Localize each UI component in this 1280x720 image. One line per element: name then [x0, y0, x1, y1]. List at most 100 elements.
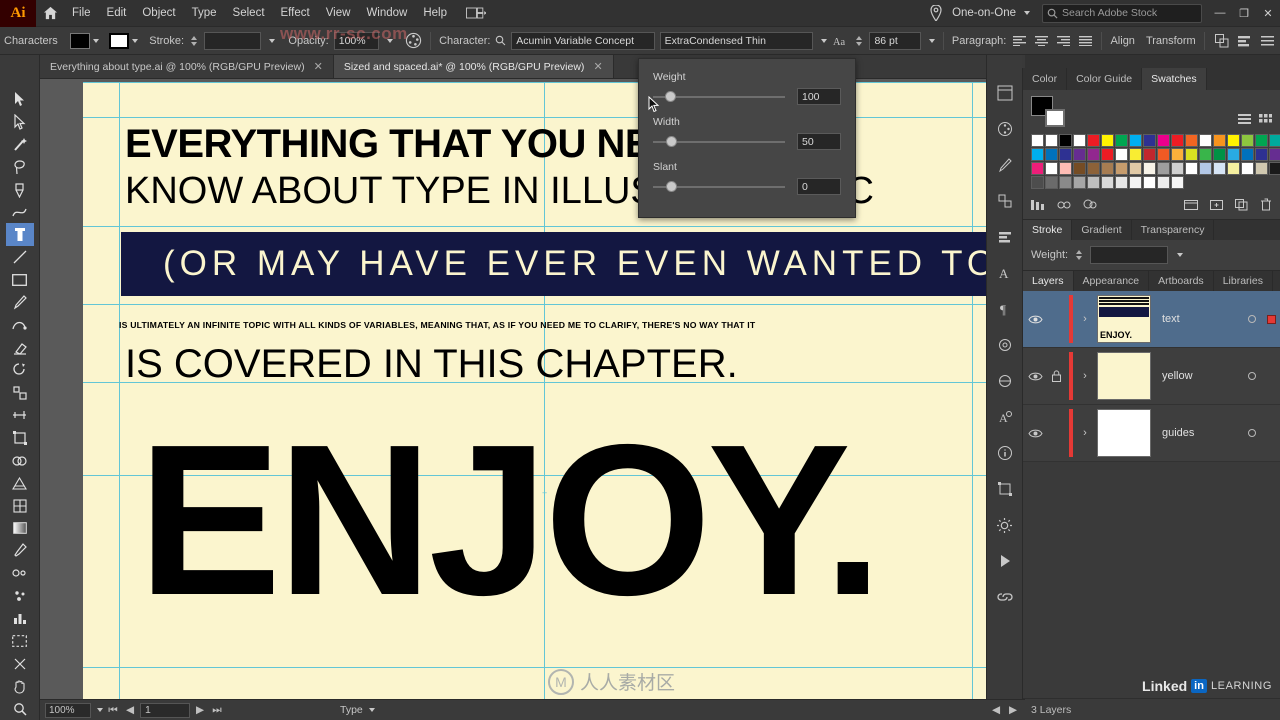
stroke-weight-panel-field[interactable] — [1090, 246, 1169, 264]
layer-row-text[interactable]: › ENJOY. text — [1023, 291, 1280, 348]
tab-close-icon[interactable]: ✕ — [314, 60, 323, 73]
target-indicator[interactable] — [1248, 372, 1256, 380]
status-chevron-down-icon[interactable] — [368, 708, 375, 712]
eyedropper-tool[interactable] — [6, 540, 34, 563]
layer-name-text[interactable]: yellow — [1156, 370, 1243, 382]
swatch-0-1[interactable] — [1045, 134, 1058, 147]
menu-edit[interactable]: Edit — [99, 0, 135, 27]
curvature-tool[interactable] — [6, 201, 34, 224]
font-search-icon[interactable] — [495, 35, 506, 46]
scale-tool[interactable] — [6, 382, 34, 405]
duplicate-swatch-icon[interactable] — [1235, 198, 1248, 214]
swatch-0-7[interactable] — [1129, 134, 1142, 147]
group-objects-icon[interactable] — [1213, 32, 1231, 50]
tab-gradient[interactable]: Gradient — [1072, 220, 1132, 240]
close-button[interactable]: ✕ — [1256, 0, 1280, 27]
swatch-3-8[interactable] — [1185, 162, 1198, 175]
swatch-1-8[interactable] — [1073, 148, 1086, 161]
shaper-tool[interactable] — [6, 314, 34, 337]
slant-value[interactable]: 0 — [797, 178, 841, 195]
zoom-level-field[interactable]: 100% — [45, 702, 91, 718]
swatch-1-3[interactable] — [1255, 134, 1268, 147]
swatch-1-5[interactable] — [1031, 148, 1044, 161]
show-color-group-icon[interactable] — [1057, 199, 1071, 214]
stroke-weight-field[interactable] — [203, 31, 262, 50]
maximize-button[interactable]: ❐ — [1232, 0, 1256, 27]
swatch-1-2[interactable] — [1241, 134, 1254, 147]
swatch-3-2[interactable] — [1101, 162, 1114, 175]
swatch-3-1[interactable] — [1087, 162, 1100, 175]
menu-select[interactable]: Select — [225, 0, 273, 27]
menu-object[interactable]: Object — [134, 0, 183, 27]
menu-view[interactable]: View — [318, 0, 359, 27]
weight-slider[interactable]: 100 — [653, 88, 841, 105]
swatch-4-7[interactable] — [1101, 176, 1114, 189]
panel-options-icon[interactable] — [1258, 32, 1276, 50]
tab-color-guide[interactable]: Color Guide — [1067, 68, 1143, 90]
transform-label[interactable]: Transform — [1146, 35, 1196, 47]
free-transform-tool[interactable] — [6, 427, 34, 450]
align-justify-icon[interactable] — [1077, 32, 1094, 49]
artwork-navy-band[interactable]: (OR MAY HAVE EVER EVEN WANTED TO KNOW) — [121, 232, 1025, 296]
width-value[interactable]: 50 — [797, 133, 841, 150]
swatch-2-7[interactable] — [1241, 148, 1254, 161]
lasso-tool[interactable] — [6, 156, 34, 179]
type-tool[interactable] — [5, 223, 34, 247]
font-size-stepper[interactable] — [855, 35, 864, 47]
minimize-button[interactable]: — — [1208, 0, 1232, 27]
font-style-field[interactable]: ExtraCondensed Thin — [659, 31, 813, 50]
swatch-0-5[interactable] — [1101, 134, 1114, 147]
swatch-2-5[interactable] — [1213, 148, 1226, 161]
swatch-3-6[interactable] — [1157, 162, 1170, 175]
tab-everything-about-type[interactable]: Everything about type.ai @ 100% (RGB/GPU… — [40, 55, 334, 78]
swatch-4-8[interactable] — [1115, 176, 1128, 189]
swatch-1-0[interactable] — [1213, 134, 1226, 147]
weight-value[interactable]: 100 — [797, 88, 841, 105]
swatch-4-1[interactable] — [1269, 162, 1280, 175]
swatch-0-9[interactable] — [1157, 134, 1170, 147]
swatch-0-2[interactable] — [1059, 134, 1072, 147]
lock-icon[interactable] — [1049, 370, 1064, 382]
play-actions-icon[interactable] — [992, 549, 1018, 573]
stroke-weight-chevron-down-icon[interactable] — [269, 38, 276, 43]
swatch-0-8[interactable] — [1143, 134, 1156, 147]
menu-effect[interactable]: Effect — [273, 0, 318, 27]
symbol-sprayer-tool[interactable] — [6, 585, 34, 608]
align-panel-icon[interactable] — [992, 225, 1018, 249]
appearance-panel-icon[interactable] — [992, 369, 1018, 393]
artwork-headline-3[interactable]: IS COVERED IN THIS CHAPTER. — [125, 342, 738, 387]
swatch-2-0[interactable] — [1143, 148, 1156, 161]
paragraph-panel-icon[interactable]: ¶ — [992, 297, 1018, 321]
target-indicator[interactable] — [1248, 429, 1256, 437]
layers-panel-menu-icon[interactable] — [1273, 271, 1280, 291]
swatch-0-6[interactable] — [1115, 134, 1128, 147]
swatch-3-12[interactable] — [1241, 162, 1254, 175]
swatch-4-0[interactable] — [1255, 162, 1268, 175]
tab-stroke[interactable]: Stroke — [1023, 220, 1073, 240]
font-family-field[interactable]: Acumin Variable Concept — [511, 31, 655, 50]
expand-arrow-icon[interactable]: › — [1078, 313, 1092, 325]
swatch-0-3[interactable] — [1073, 134, 1086, 147]
menu-type[interactable]: Type — [184, 0, 225, 27]
canvas-area[interactable]: EVERYTHING THAT YOU NEED TO KNOW ABOUT T… — [40, 79, 1025, 699]
layer-row-guides[interactable]: › guides — [1023, 405, 1280, 462]
swatch-3-5[interactable] — [1143, 162, 1156, 175]
swatch-3-0[interactable] — [1073, 162, 1086, 175]
pin-icon[interactable] — [930, 5, 942, 21]
pen-tool[interactable] — [6, 178, 34, 201]
align-right-icon[interactable] — [1055, 32, 1072, 49]
eraser-tool[interactable] — [6, 336, 34, 359]
swatch-2-9[interactable] — [1269, 148, 1280, 161]
graphic-styles-panel-icon[interactable]: A — [992, 405, 1018, 429]
color-wheel-icon[interactable] — [1083, 198, 1098, 214]
stock-search[interactable]: Search Adobe Stock — [1042, 3, 1202, 23]
swatch-list-view-icon[interactable] — [1238, 114, 1251, 128]
layer-name-text[interactable]: text — [1156, 313, 1243, 325]
expand-arrow-icon[interactable]: › — [1078, 370, 1092, 382]
blend-tool[interactable] — [6, 562, 34, 585]
layer-row-yellow[interactable]: › yellow — [1023, 348, 1280, 405]
swatch-1-1[interactable] — [1227, 134, 1240, 147]
swatch-1-11[interactable] — [1115, 148, 1128, 161]
swatch-3-11[interactable] — [1227, 162, 1240, 175]
stroke-weight-panel-chevron-down-icon[interactable] — [1177, 253, 1184, 257]
